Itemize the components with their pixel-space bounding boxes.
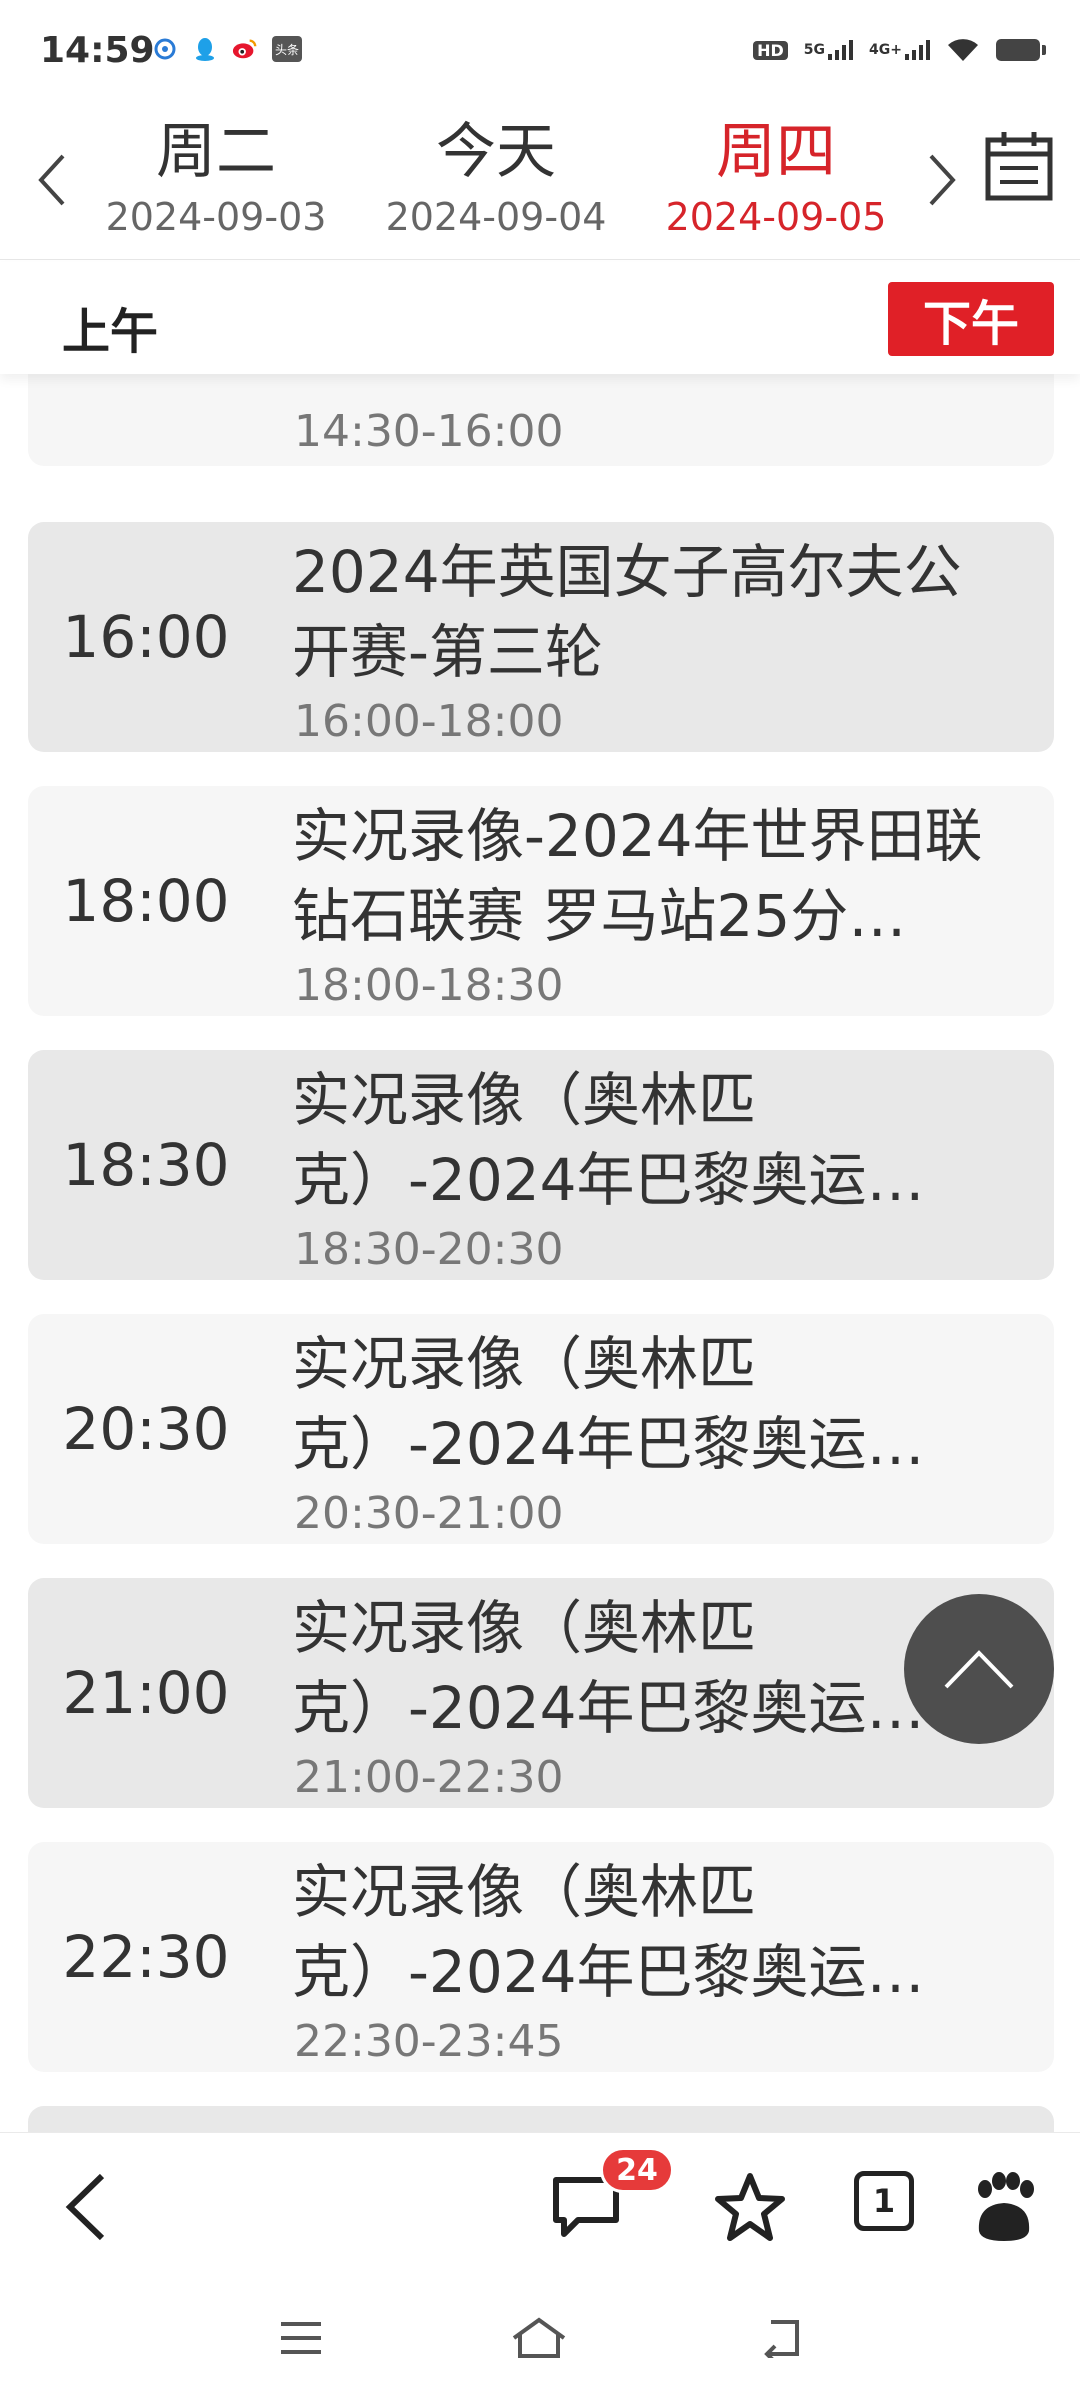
- favorite-button[interactable]: [710, 2167, 790, 2247]
- battery-icon: [996, 39, 1046, 61]
- back-system-icon: [764, 2320, 799, 2358]
- status-bar: 14:59 头条 HD 5G 4G+: [0, 0, 1080, 100]
- star-icon: [715, 2173, 785, 2241]
- calendar-icon[interactable]: [984, 130, 1054, 202]
- app-icon: [152, 36, 178, 62]
- program-row[interactable]: 22:30 实况录像（奥林匹克）-2024年巴黎奥运… 22:30-23:45: [28, 1842, 1054, 2072]
- program-row[interactable]: [28, 2106, 1054, 2132]
- program-time: 21:00: [62, 1659, 230, 1727]
- tabs-button[interactable]: 1: [854, 2171, 914, 2231]
- program-time-range: 14:30-16:00: [294, 406, 564, 457]
- back-button[interactable]: [46, 2167, 126, 2247]
- notification-icons: 头条: [152, 36, 302, 62]
- pm-tab[interactable]: 下午: [888, 282, 1054, 356]
- chevron-up-icon: [944, 1650, 1014, 1689]
- home-icon: [512, 2317, 566, 2358]
- program-title: [292, 374, 1012, 406]
- program-time: 22:30: [62, 1923, 230, 1991]
- system-back-button[interactable]: [746, 2308, 816, 2368]
- day-date: 2024-09-05: [665, 195, 887, 239]
- hd-label: HD: [753, 40, 788, 60]
- prev-day-button[interactable]: [22, 130, 82, 230]
- day-tab-today[interactable]: 今天 2024-09-04: [366, 112, 626, 242]
- program-time: 20:30: [62, 1395, 230, 1463]
- day-name: 今天: [436, 117, 556, 187]
- menu-button[interactable]: [266, 2308, 336, 2368]
- signal-4g-icon: 4G+: [869, 36, 930, 64]
- back-to-top-button[interactable]: [904, 1594, 1054, 1744]
- net-4g-label: 4G+: [869, 42, 902, 58]
- program-title: 实况录像（奥林匹克）-2024年巴黎奥运…: [292, 1066, 925, 1214]
- date-navigator: 周二 2024-09-03 今天 2024-09-04 周四 2024-09-0…: [0, 100, 1080, 260]
- comment-count-badge: 24: [600, 2147, 674, 2193]
- program-time: 16:00: [62, 603, 230, 671]
- am-tab[interactable]: 上午: [62, 292, 158, 362]
- program-row[interactable]: 14:30-16:00: [28, 374, 1054, 466]
- program-title: 实况录像（奥林匹克）-2024年巴黎奥运…: [292, 1330, 925, 1478]
- program-time: 18:30: [62, 1131, 230, 1199]
- program-row[interactable]: 20:30 实况录像（奥林匹克）-2024年巴黎奥运… 20:30-21:00: [28, 1314, 1054, 1544]
- program-time-range: 16:00-18:00: [294, 696, 564, 747]
- next-day-button[interactable]: [912, 130, 972, 230]
- menu-icon: [281, 2322, 321, 2354]
- program-time: [28, 374, 264, 466]
- net-5g-label: 5G: [803, 42, 826, 58]
- baidu-paw-icon: [978, 2172, 1034, 2241]
- status-right: HD 5G 4G+: [753, 36, 1046, 64]
- program-time-range: 18:30-20:30: [294, 1224, 564, 1275]
- program-title: 实况录像-2024年世界田联钻石联赛 罗马站25分…: [292, 802, 983, 950]
- signal-5g-icon: 5G: [803, 36, 854, 64]
- program-title: 实况录像（奥林匹克）-2024年巴黎奥运…: [292, 1858, 925, 2006]
- day-name: 周四: [716, 117, 836, 187]
- program-time-range: 18:00-18:30: [294, 960, 564, 1011]
- qq-icon: [192, 36, 218, 62]
- day-date: 2024-09-04: [385, 195, 607, 239]
- program-row[interactable]: 18:30 实况录像（奥林匹克）-2024年巴黎奥运… 18:30-20:30: [28, 1050, 1054, 1280]
- program-title: 2024年英国女子高尔夫公开赛-第三轮: [292, 538, 962, 686]
- program-time-range: 22:30-23:45: [294, 2016, 564, 2067]
- day-tab-thursday[interactable]: 周四 2024-09-05: [646, 112, 906, 242]
- program-time: 18:00: [62, 867, 230, 935]
- hd-icon: HD: [753, 36, 788, 64]
- program-time-range: 20:30-21:00: [294, 1488, 564, 1539]
- day-name: 周二: [156, 117, 276, 187]
- day-date: 2024-09-03: [105, 195, 327, 239]
- chevron-left-icon: [38, 154, 65, 206]
- wifi-icon: [946, 36, 980, 64]
- status-time: 14:59: [40, 30, 155, 71]
- program-row[interactable]: 21:00 实况录像（奥林匹克）-2024年巴黎奥运… 21:00-22:30: [28, 1578, 1054, 1808]
- toutiao-label: 头条: [274, 42, 299, 57]
- program-list[interactable]: 14:30-16:00 16:00 2024年英国女子高尔夫公开赛-第三轮 16…: [0, 374, 1080, 2132]
- period-tabs: 上午 下午: [0, 262, 1080, 374]
- weibo-icon: [232, 36, 258, 62]
- program-row[interactable]: 16:00 2024年英国女子高尔夫公开赛-第三轮 16:00-18:00: [28, 522, 1054, 752]
- program-time-range: 21:00-22:30: [294, 1752, 564, 1803]
- browser-toolbar: 24 1: [0, 2132, 1080, 2272]
- toutiao-icon: 头条: [272, 36, 302, 62]
- home-button[interactable]: [504, 2308, 574, 2368]
- back-arrow-icon: [65, 2173, 105, 2241]
- day-tab-tuesday[interactable]: 周二 2024-09-03: [86, 112, 346, 242]
- system-navigation-bar: [0, 2272, 1080, 2400]
- program-row[interactable]: 18:00 实况录像-2024年世界田联钻石联赛 罗马站25分… 18:00-1…: [28, 786, 1054, 1016]
- baidu-button[interactable]: [964, 2167, 1044, 2247]
- chevron-right-icon: [929, 154, 956, 206]
